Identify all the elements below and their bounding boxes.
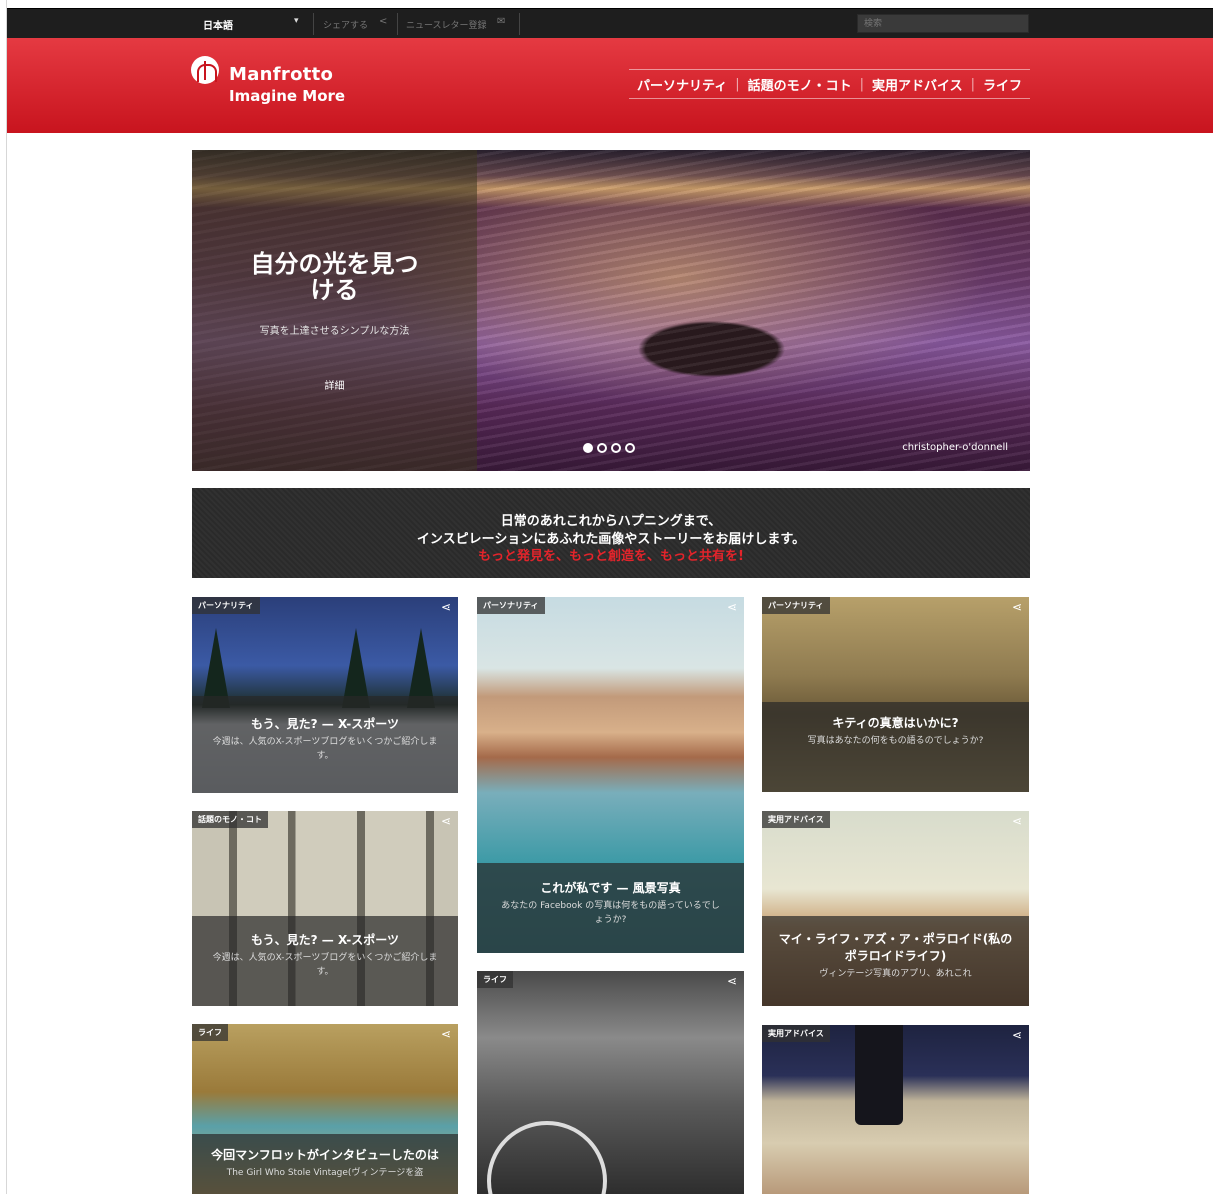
tile-description: ヴィンテージ写真のアプリ、あれこれ bbox=[819, 969, 972, 979]
carousel-dot[interactable] bbox=[611, 443, 621, 453]
share-link[interactable]: シェアする bbox=[323, 18, 368, 31]
share-icon[interactable]: ⋖ bbox=[724, 600, 740, 614]
tile-title[interactable]: これが私です — 風景写真 bbox=[477, 879, 744, 896]
tile-caption: もう、見た? — X-スポーツ 今週は、人気のX-スポーツブログをいくつかご紹介… bbox=[192, 696, 458, 793]
page-frame bbox=[0, 0, 7, 1194]
carousel-dot[interactable] bbox=[583, 443, 593, 453]
search-input[interactable] bbox=[857, 14, 1029, 33]
category-badge[interactable]: パーソナリティ bbox=[477, 597, 545, 614]
tile-description: 写真はあなたの何をもの語るのでしょうか? bbox=[807, 736, 984, 746]
site-header: Manfrotto Imagine More パーソナリティ | 話題のモノ・コ… bbox=[7, 38, 1213, 133]
nav-item-topics[interactable]: 話題のモノ・コト bbox=[740, 75, 860, 94]
tile-description: 今週は、人気のX-スポーツブログをいくつかご紹介します。 bbox=[212, 737, 438, 761]
share-icon[interactable]: ⋖ bbox=[1009, 1028, 1025, 1042]
article-tile[interactable]: パーソナリティ ⋖ もう、見た? — X-スポーツ 今週は、人気のX-スポーツブ… bbox=[192, 597, 458, 793]
nav-item-life[interactable]: ライフ bbox=[975, 75, 1030, 94]
hero-text-panel: 自分の光を見つける 写真を上達させるシンプルな方法 詳細 bbox=[192, 150, 477, 471]
tile-caption: キティの真意はいかに? 写真はあなたの何をもの語るのでしょうか? bbox=[762, 702, 1029, 792]
article-tile[interactable]: ライフ ⋖ 今回マンフロットがインタビューしたのは The Girl Who S… bbox=[192, 1024, 458, 1194]
brand-tagline: Imagine More bbox=[229, 87, 346, 105]
article-tile[interactable]: パーソナリティ ⋖ これが私です — 風景写真 あなたの Facebook の写… bbox=[477, 597, 744, 953]
carousel-dots bbox=[583, 443, 635, 453]
utility-bar: 日本語 ▾ シェアする < ニュースレター登録 ✉ bbox=[7, 8, 1213, 38]
share-icon[interactable]: ⋖ bbox=[1009, 600, 1025, 614]
divider bbox=[519, 13, 520, 35]
article-tile[interactable]: パーソナリティ ⋖ キティの真意はいかに? 写真はあなたの何をもの語るのでしょう… bbox=[762, 597, 1029, 792]
share-icon[interactable]: ⋖ bbox=[1009, 814, 1025, 828]
article-tile[interactable]: 実用アドバイス ⋖ bbox=[762, 1025, 1029, 1194]
tile-title[interactable]: キティの真意はいかに? bbox=[762, 714, 1029, 731]
tile-description: The Girl Who Stole Vintage(ヴィンテージを盗 bbox=[226, 1168, 424, 1178]
tile-caption: これが私です — 風景写真 あなたの Facebook の写真は何をもの語ってい… bbox=[477, 863, 744, 953]
tile-image bbox=[855, 1025, 903, 1125]
category-badge[interactable]: ライフ bbox=[477, 971, 513, 988]
site-logo[interactable]: Manfrotto Imagine More bbox=[191, 56, 351, 112]
nav-item-personality[interactable]: パーソナリティ bbox=[629, 75, 735, 94]
divider bbox=[397, 13, 398, 35]
tile-caption: 今回マンフロットがインタビューしたのは The Girl Who Stole V… bbox=[192, 1134, 458, 1194]
hero-more-link[interactable]: 詳細 bbox=[192, 377, 477, 392]
tile-title[interactable]: もう、見た? — X-スポーツ bbox=[192, 715, 458, 732]
hero-subtitle: 写真を上達させるシンプルな方法 bbox=[259, 326, 410, 337]
banner-line: 日常のあれこれからハプニングまで、 bbox=[500, 514, 722, 529]
carousel-dot[interactable] bbox=[625, 443, 635, 453]
hero-title: 自分の光を見つける bbox=[250, 250, 419, 304]
hero-carousel[interactable]: 自分の光を見つける 写真を上達させるシンプルな方法 詳細 christopher… bbox=[192, 150, 1030, 471]
share-icon[interactable]: ⋖ bbox=[438, 814, 454, 828]
tile-image bbox=[487, 1121, 607, 1194]
newsletter-link[interactable]: ニュースレター登録 bbox=[406, 18, 487, 31]
category-badge[interactable]: 実用アドバイス bbox=[762, 1025, 830, 1042]
tile-description: あなたの Facebook の写真は何をもの語っているでしょうか? bbox=[501, 901, 720, 925]
carousel-dot[interactable] bbox=[597, 443, 607, 453]
category-badge[interactable]: パーソナリティ bbox=[192, 597, 260, 614]
category-badge[interactable]: 話題のモノ・コト bbox=[192, 811, 268, 828]
share-icon[interactable]: ⋖ bbox=[724, 974, 740, 988]
brand-name: Manfrotto bbox=[229, 64, 334, 85]
banner-highlight: もっと発見を、もっと創造を、もっと共有を! bbox=[478, 549, 744, 564]
article-tile[interactable]: 実用アドバイス ⋖ マイ・ライフ・アズ・ア・ポラロイド(私のポラロイドライフ) … bbox=[762, 811, 1029, 1006]
category-badge[interactable]: 実用アドバイス bbox=[762, 811, 830, 828]
category-badge[interactable]: パーソナリティ bbox=[762, 597, 830, 614]
article-tile[interactable]: ライフ ⋖ bbox=[477, 971, 744, 1194]
tile-title[interactable]: もう、見た? — X-スポーツ bbox=[192, 931, 458, 948]
tile-title[interactable]: マイ・ライフ・アズ・ア・ポラロイド(私のポラロイドライフ) bbox=[762, 930, 1029, 964]
tile-title[interactable]: 今回マンフロットがインタビューしたのは bbox=[192, 1146, 458, 1163]
share-icon[interactable]: < bbox=[379, 16, 387, 27]
manfrotto-logo-icon bbox=[191, 56, 219, 84]
tile-caption: マイ・ライフ・アズ・ア・ポラロイド(私のポラロイドライフ) ヴィンテージ写真のア… bbox=[762, 916, 1029, 1006]
caret-down-icon[interactable]: ▾ bbox=[294, 16, 299, 26]
photo-credit: christopher-o'donnell bbox=[902, 442, 1008, 453]
share-icon[interactable]: ⋖ bbox=[438, 1027, 454, 1041]
category-badge[interactable]: ライフ bbox=[192, 1024, 228, 1041]
tile-description: 今週は、人気のX-スポーツブログをいくつかご紹介します。 bbox=[212, 953, 438, 977]
article-tile[interactable]: 話題のモノ・コト ⋖ もう、見た? — X-スポーツ 今週は、人気のX-スポーツ… bbox=[192, 811, 458, 1006]
divider bbox=[313, 13, 314, 35]
language-selector[interactable]: 日本語 bbox=[203, 17, 233, 32]
nav-item-advice[interactable]: 実用アドバイス bbox=[864, 75, 971, 94]
tile-caption: もう、見た? — X-スポーツ 今週は、人気のX-スポーツブログをいくつかご紹介… bbox=[192, 916, 458, 1006]
main-nav: パーソナリティ | 話題のモノ・コト | 実用アドバイス | ライフ bbox=[629, 69, 1031, 99]
mail-icon[interactable]: ✉ bbox=[497, 16, 505, 27]
share-icon[interactable]: ⋖ bbox=[438, 600, 454, 614]
intro-banner: 日常のあれこれからハプニングまで、 インスピレーションにあふれた画像やストーリー… bbox=[192, 488, 1030, 578]
